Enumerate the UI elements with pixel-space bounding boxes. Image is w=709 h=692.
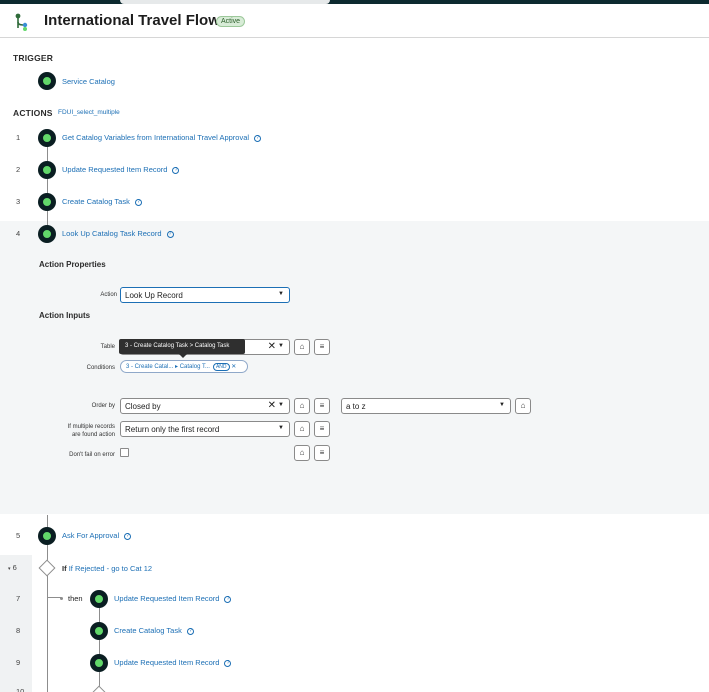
flow-icon [15, 13, 28, 31]
collapse-icon[interactable]: ▾ [8, 566, 11, 572]
step-node-icon [90, 622, 108, 640]
help-icon[interactable]: ? [224, 660, 232, 667]
data-pill-picker-icon[interactable]: ⌂ [294, 421, 310, 437]
dont-fail-label: Don't fail on error [69, 452, 115, 458]
dont-fail-checkbox[interactable] [120, 448, 129, 457]
action-label: Action [100, 292, 117, 298]
step-link[interactable]: Create Catalog Task? [114, 626, 194, 635]
remove-condition-icon[interactable]: ✕ [231, 364, 236, 370]
help-icon[interactable]: ? [134, 199, 142, 206]
step-number: 9 [16, 658, 21, 667]
step-number: 3 [16, 197, 21, 206]
help-icon[interactable]: ? [166, 231, 174, 238]
multiple-records-select[interactable]: Return only the first record ▼ [120, 421, 290, 437]
step-number: 10 [16, 687, 25, 692]
action-inputs-heading: Action Inputs [39, 311, 91, 320]
trigger-heading: TRIGGER [13, 53, 54, 63]
conditions-label: Conditions [86, 365, 115, 371]
chevron-down-icon: ▼ [278, 291, 284, 297]
trigger-node-icon [38, 72, 56, 90]
flow-header: International Travel Flow Active [0, 4, 709, 38]
step-node-icon [38, 193, 56, 211]
data-pill-picker-icon[interactable]: ⌂ [294, 398, 310, 414]
step-number: 8 [16, 626, 21, 635]
step-link[interactable]: Update Requested Item Record? [62, 165, 180, 174]
step-node-icon [38, 129, 56, 147]
step-number: 2 [16, 165, 21, 174]
step-link[interactable]: Update Requested Item Record? [114, 658, 232, 667]
step-node-icon [90, 654, 108, 672]
step-node-icon [38, 225, 56, 243]
data-pill-picker-icon[interactable]: ⌂ [294, 339, 310, 355]
connector-line [99, 605, 100, 692]
step-link[interactable]: Ask For Approval? [62, 531, 132, 540]
step-number: ▾ 6 [8, 563, 17, 572]
step-number: 4 [16, 229, 21, 238]
actions-heading: ACTIONS [13, 108, 53, 118]
step-node-icon [90, 590, 108, 608]
order-by-label: Order by [91, 403, 115, 409]
if-node-icon [38, 559, 56, 577]
step-link[interactable]: Get Catalog Variables from International… [62, 133, 262, 142]
connector-line [47, 145, 48, 235]
if-step-link[interactable]: If If Rejected - go to Cat 12 [62, 564, 152, 573]
data-pill-picker-icon[interactable]: ⌂ [294, 445, 310, 461]
branch-dot [60, 597, 63, 600]
help-icon[interactable]: ? [186, 628, 194, 635]
trigger-link[interactable]: Service Catalog [62, 77, 115, 86]
chevron-down-icon: ▼ [278, 402, 284, 408]
step-number: 7 [16, 594, 21, 603]
script-toggle-icon[interactable]: ≡ [314, 421, 330, 437]
clear-icon[interactable]: ✕ [268, 400, 276, 411]
chevron-down-icon: ▼ [278, 425, 284, 431]
branch-connector [47, 576, 61, 598]
multiple-records-label: If multiple records are found action [67, 424, 115, 438]
flow-title: International Travel Flow [44, 12, 220, 29]
chevron-down-icon: ▼ [278, 343, 284, 349]
table-label: Table [100, 344, 115, 350]
step-node-icon [38, 161, 56, 179]
actions-subtitle[interactable]: FDUI_select_multiple [58, 109, 120, 116]
order-direction-select[interactable]: a to z ▼ [341, 398, 511, 414]
step-link[interactable]: Create Catalog Task? [62, 197, 142, 206]
script-toggle-icon[interactable]: ≡ [314, 445, 330, 461]
step-number: 1 [16, 133, 21, 142]
action-select[interactable]: Look Up Record ▼ [120, 287, 290, 303]
then-label: then [68, 594, 83, 603]
step-node-icon [38, 527, 56, 545]
clear-icon[interactable]: ✕ [268, 341, 276, 352]
order-by-select[interactable]: Closed by ✕ ▼ [120, 398, 290, 414]
table-tooltip: 3 - Create Catalog Task > Catalog Task [119, 339, 245, 358]
if-node-icon [90, 685, 108, 692]
step-number: 5 [16, 531, 21, 540]
help-icon[interactable]: ? [172, 167, 180, 174]
status-badge: Active [216, 16, 246, 27]
data-pill-picker-icon[interactable]: ⌂ [515, 398, 531, 414]
script-toggle-icon[interactable]: ≡ [314, 339, 330, 355]
script-toggle-icon[interactable]: ≡ [314, 398, 330, 414]
chevron-down-icon: ▼ [499, 402, 505, 408]
help-icon[interactable]: ? [124, 533, 132, 540]
help-icon[interactable]: ? [254, 135, 262, 142]
action-properties-heading: Action Properties [39, 260, 106, 269]
and-badge[interactable]: AND [212, 363, 230, 371]
step-link[interactable]: Update Requested Item Record? [114, 594, 232, 603]
row-gutter [0, 555, 32, 692]
help-icon[interactable]: ? [224, 596, 232, 603]
condition-pill[interactable]: 3 - Create Catal... ▸ Catalog T... AND ✕ [120, 360, 248, 373]
step-link[interactable]: Look Up Catalog Task Record? [62, 229, 174, 238]
